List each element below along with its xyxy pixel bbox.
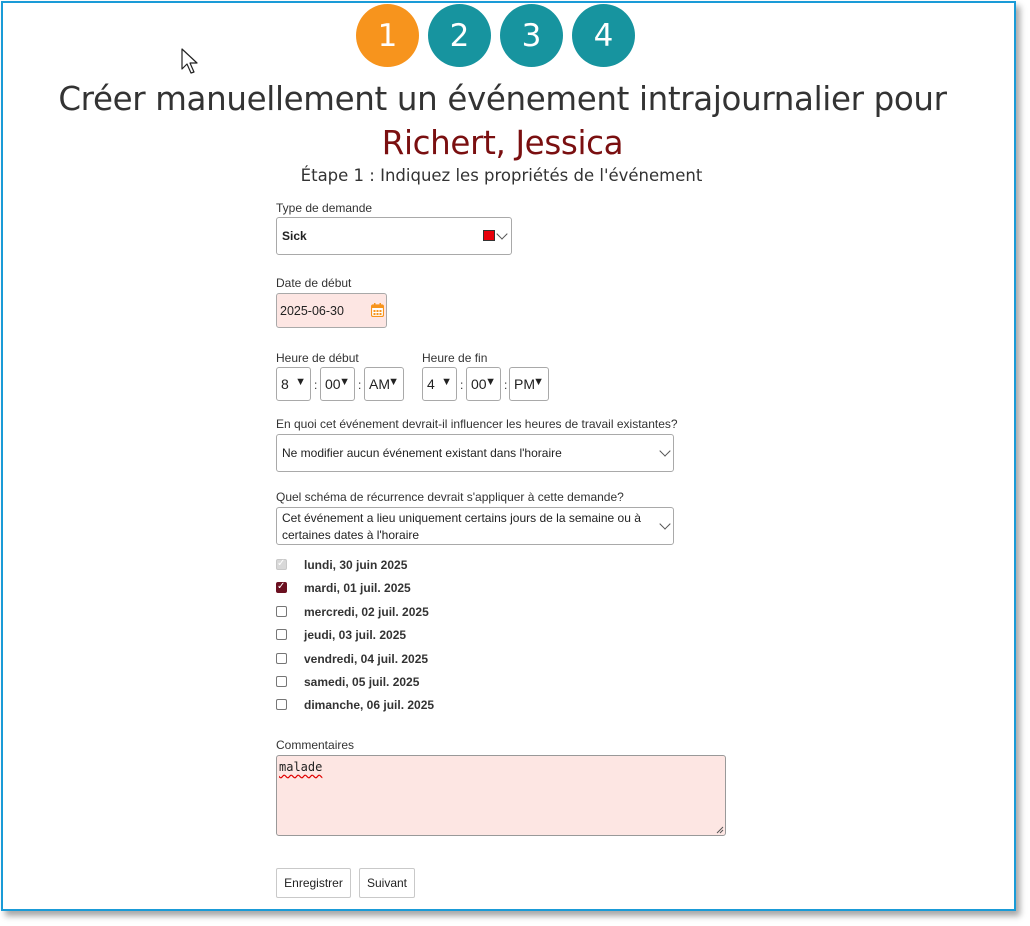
chevron-down-icon (496, 228, 508, 240)
day-label: dimanche, 06 juil. 2025 (304, 698, 435, 713)
end-hour-select[interactable]: 4 ▼ (422, 367, 457, 401)
chevron-down-icon: ▼ (533, 376, 544, 388)
influence-label: En quoi cet événement devrait-il influen… (276, 417, 678, 431)
day-checkbox[interactable] (276, 629, 287, 641)
start-hour-select[interactable]: 8 ▼ (276, 367, 311, 401)
request-type-value: Sick (282, 229, 307, 243)
page-title: Créer manuellement un événement intrajou… (0, 77, 1005, 165)
start-date-label: Date de début (276, 276, 352, 290)
chevron-down-icon: ▼ (295, 376, 306, 388)
recurrence-value-line1: Cet événement a lieu uniquement certains… (282, 511, 641, 525)
checkmark-icon: ✓ (277, 581, 286, 593)
request-type-color-swatch (483, 230, 495, 241)
resize-handle-icon[interactable] (715, 825, 724, 834)
start-minute-select[interactable]: 00 ▼ (320, 367, 355, 401)
day-checkbox[interactable] (276, 605, 287, 617)
employee-name: Richert, Jessica (381, 124, 624, 162)
save-button[interactable]: Enregistrer (276, 868, 351, 898)
day-checkbox: ✓ (276, 558, 287, 570)
chevron-down-icon: ▼ (339, 376, 350, 388)
day-label: vendredi, 04 juil. 2025 (304, 651, 429, 666)
step-4[interactable]: 4 (572, 4, 635, 67)
end-time-label: Heure de fin (422, 351, 488, 365)
request-type-select[interactable]: Sick (276, 217, 512, 255)
step-subtitle: Étape 1 : Indiquez les propriétés de l'é… (300, 166, 703, 185)
start-date-input[interactable]: 2025-06-30 (276, 293, 387, 328)
day-checkbox[interactable]: ✓ (276, 581, 287, 594)
mouse-cursor-icon (181, 48, 198, 74)
step-indicator: 1 2 3 4 (356, 4, 635, 67)
comments-textarea[interactable]: malade (276, 755, 726, 836)
day-label: jeudi, 03 juil. 2025 (304, 628, 407, 643)
comments-label: Commentaires (276, 738, 355, 752)
chevron-down-icon: ▼ (388, 376, 399, 388)
day-checkbox[interactable] (276, 676, 287, 687)
step-1[interactable]: 1 (356, 4, 419, 67)
end-minute-select[interactable]: 00 ▼ (466, 367, 501, 401)
next-button[interactable]: Suivant (359, 868, 415, 898)
day-label: mardi, 01 juil. 2025 (304, 581, 411, 596)
recurrence-label: Quel schéma de récurrence devrait s'appl… (276, 490, 624, 504)
day-label: samedi, 05 juil. 2025 (304, 675, 420, 689)
start-date-value: 2025-06-30 (280, 304, 344, 318)
start-time-label: Heure de début (276, 351, 359, 365)
chevron-down-icon (659, 445, 671, 457)
checkmark-icon: ✓ (277, 558, 286, 569)
chevron-down-icon (659, 518, 671, 530)
request-type-label: Type de demande (276, 201, 373, 215)
recurrence-select[interactable]: Cet événement a lieu uniquement certains… (276, 507, 674, 545)
influence-value: Ne modifier aucun événement existant dan… (282, 446, 562, 460)
step-3[interactable]: 3 (500, 4, 563, 67)
end-ampm-select[interactable]: PM ▼ (509, 367, 549, 401)
day-label: mercredi, 02 juil. 2025 (304, 604, 429, 619)
day-checkbox[interactable] (276, 652, 287, 664)
influence-select[interactable]: Ne modifier aucun événement existant dan… (276, 434, 674, 472)
comments-value: malade (279, 760, 323, 774)
chevron-down-icon: ▼ (441, 376, 452, 388)
day-label: lundi, 30 juin 2025 (304, 558, 408, 572)
calendar-icon[interactable] (371, 303, 384, 317)
title-prefix: Créer manuellement un événement intrajou… (58, 80, 947, 118)
day-checkbox[interactable] (276, 699, 287, 711)
step-2[interactable]: 2 (428, 4, 491, 67)
recurrence-value-line2: certaines dates à l'horaire (282, 528, 420, 542)
chevron-down-icon: ▼ (485, 376, 496, 388)
start-ampm-select[interactable]: AM ▼ (364, 367, 404, 401)
